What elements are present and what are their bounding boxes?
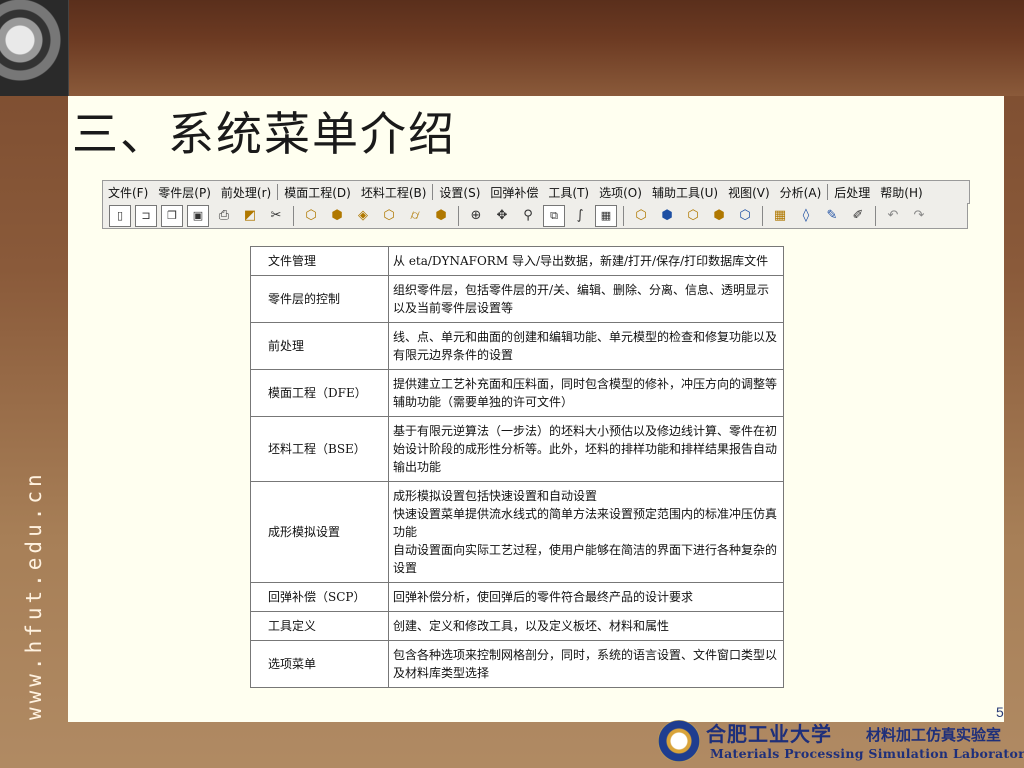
row-key: 坯料工程（BSE） <box>250 416 389 482</box>
cube-icon-2[interactable]: ⬢ <box>326 205 348 227</box>
table-row: 文件管理从 eta/DYNAFORM 导入/导出数据，新建/打开/保存/打印数据… <box>250 246 784 276</box>
corner-photo <box>0 0 69 96</box>
menu-item-10[interactable]: 视图(V) <box>723 184 775 201</box>
row-key: 模面工程（DFE） <box>250 369 389 417</box>
save-icon[interactable]: ▣ <box>187 204 209 227</box>
menu-description-table: 文件管理从 eta/DYNAFORM 导入/导出数据，新建/打开/保存/打印数据… <box>250 246 784 688</box>
row-key: 成形模拟设置 <box>250 481 389 583</box>
row-key: 文件管理 <box>250 246 389 276</box>
menu-item-3[interactable]: 模面工程(D) <box>279 184 356 201</box>
cube-icon-5[interactable]: ⬢ <box>430 205 452 227</box>
cube-icon-1[interactable]: ⬡ <box>300 205 322 227</box>
row-key: 零件层的控制 <box>250 275 389 323</box>
row-value: 包含各种选项来控制网格剖分，同时，系统的语言设置、文件窗口类型以及材料库类型选择 <box>388 640 784 688</box>
print-icon[interactable]: ⎙ <box>213 205 235 227</box>
logo-lab-name: 材料加工仿真实验室 <box>866 726 1002 744</box>
zoom-window-icon[interactable]: ⧉ <box>543 204 565 227</box>
row-key: 工具定义 <box>250 611 389 641</box>
menu-item-1[interactable]: 零件层(P) <box>153 184 216 201</box>
open-folder-icon[interactable]: ⊐ <box>135 204 157 227</box>
redo-icon[interactable]: ↷ <box>908 205 930 227</box>
menu-item-11[interactable]: 分析(A) <box>775 184 827 201</box>
toolbar-separator <box>623 205 624 226</box>
menu-item-8[interactable]: 选项(O) <box>594 184 647 201</box>
table-row: 坯料工程（BSE） 基于有限元逆算法（一步法）的坯料大小预估以及修边线计算、零件在… <box>250 416 784 482</box>
university-emblem-icon <box>658 720 700 762</box>
sphere-rotate-icon[interactable]: ⊕ <box>465 205 487 227</box>
toolbar: ▯ ⊐ ❐ ▣ ⎙ ◩ ✂ ⬡ ⬢ ◈ ⬡ ⌭ ⬢ ⊕ ✥ ⚲ ⧉ ∫ ▦ ⬡ ⬢ ⬡ ⬢ ⬡ ▦ ◊ ✎ ✐ ↶ ↷ <box>102 203 968 229</box>
table-row: 模面工程（DFE） 提供建立工艺补充面和压料面，同时包含模型的修补，冲压方向的调整… <box>250 369 784 417</box>
new-file-icon[interactable]: ▯ <box>109 204 131 227</box>
row-value: 基于有限元逆算法（一步法）的坯料大小预估以及修边线计算、零件在初始设计阶段的成形… <box>388 416 784 482</box>
table-row: 工具定义 创建、定义和修改工具，以及定义板坯、材料和属性 <box>250 611 784 641</box>
row-value: 从 eta/DYNAFORM 导入/导出数据，新建/打开/保存/打印数据库文件 <box>388 246 784 276</box>
menu-bar: 文件(F) 零件层(P) 前处理(r) 模面工程(D) 坯料工程(B) 设置(S) 回弹补偿… <box>102 180 970 204</box>
part-icon-2[interactable]: ⬢ <box>656 205 678 227</box>
scissors-curve-icon[interactable]: ✂ <box>265 205 287 227</box>
cube-icon-3[interactable]: ◈ <box>352 205 374 227</box>
copy-icon[interactable]: ❐ <box>161 204 183 227</box>
toolbar-separator <box>762 205 763 226</box>
menu-separator <box>277 184 279 200</box>
cube-icon-4[interactable]: ⬡ <box>378 205 400 227</box>
menu-item-13[interactable]: 帮助(H) <box>875 184 927 201</box>
mesh-icon[interactable]: ▦ <box>769 205 791 227</box>
menu-item-2[interactable]: 前处理(r) <box>216 184 276 201</box>
menu-item-6[interactable]: 回弹补偿 <box>485 184 543 201</box>
menu-item-5[interactable]: 设置(S) <box>434 184 485 201</box>
layer-edit-icon[interactable]: ◩ <box>239 205 261 227</box>
row-value: 线、点、单元和曲面的创建和编辑功能、单元模型的检查和修复功能以及有限元边界条件的… <box>388 322 784 370</box>
slide-title: 三、系统菜单介绍 <box>72 107 456 161</box>
toolbar-separator <box>458 205 459 226</box>
menu-item-12[interactable]: 后处理 <box>829 184 875 201</box>
zoom-icon[interactable]: ⚲ <box>517 205 539 227</box>
grid-icon[interactable]: ▦ <box>595 204 617 227</box>
wand-icon[interactable]: ✐ <box>847 205 869 227</box>
menu-separator <box>432 184 434 200</box>
row-value: 回弹补偿分析，使回弹后的零件符合最终产品的设计要求 <box>388 582 784 612</box>
toolbar-separator <box>875 205 876 226</box>
table-row: 回弹补偿（SCP） 回弹补偿分析，使回弹后的零件符合最终产品的设计要求 <box>250 582 784 612</box>
table-row: 成形模拟设置 成形模拟设置包括快速设置和自动设置 快速设置菜单提供流水线式的简单方… <box>250 481 784 583</box>
table-row: 选项菜单 包含各种选项来控制网格剖分，同时，系统的语言设置、文件窗口类型以及材料库… <box>250 640 784 688</box>
row-value: 创建、定义和修改工具，以及定义板坯、材料和属性 <box>388 611 784 641</box>
toolbar-separator <box>293 205 294 226</box>
side-url: www.hfut.edu.cn <box>22 470 46 720</box>
part-icon-1[interactable]: ⬡ <box>630 205 652 227</box>
university-logo: 合肥工业大学 材料加工仿真实验室 Materials Processing Si… <box>658 718 1024 764</box>
table-row: 前处理 线、点、单元和曲面的创建和编辑功能、单元模型的检查和修复功能以及有限元边界… <box>250 322 784 370</box>
slide-header-band <box>0 0 1024 96</box>
menu-item-0[interactable]: 文件(F) <box>103 184 153 201</box>
surface-icon[interactable]: ◊ <box>795 205 817 227</box>
row-key: 回弹补偿（SCP） <box>250 582 389 612</box>
brush-icon[interactable]: ✎ <box>821 205 843 227</box>
menu-item-4[interactable]: 坯料工程(B) <box>356 184 432 201</box>
menu-item-9[interactable]: 辅助工具(U) <box>647 184 723 201</box>
part-icon-4[interactable]: ⬢ <box>708 205 730 227</box>
undo-icon[interactable]: ↶ <box>882 205 904 227</box>
row-value: 成形模拟设置包括快速设置和自动设置 快速设置菜单提供流水线式的简单方法来设置预定… <box>388 481 784 583</box>
menu-item-7[interactable]: 工具(T) <box>543 184 594 201</box>
row-value: 提供建立工艺补充面和压料面，同时包含模型的修补，冲压方向的调整等辅助功能（需要单… <box>388 369 784 417</box>
cylinder-icon[interactable]: ⌭ <box>404 205 426 227</box>
part-icon-5[interactable]: ⬡ <box>734 205 756 227</box>
logo-en-name: Materials Processing Simulation Laborato… <box>710 746 1024 761</box>
curve-tool-icon[interactable]: ∫ <box>569 205 591 227</box>
row-value: 组织零件层，包括零件层的开/关、编辑、删除、分离、信息、透明显示以及当前零件层设… <box>388 275 784 323</box>
logo-cn-name: 合肥工业大学 <box>706 722 832 746</box>
menu-separator <box>827 184 829 200</box>
part-icon-3[interactable]: ⬡ <box>682 205 704 227</box>
table-row: 零件层的控制 组织零件层，包括零件层的开/关、编辑、删除、分离、信息、透明显示以及… <box>250 275 784 323</box>
pan-icon[interactable]: ✥ <box>491 205 513 227</box>
row-key: 选项菜单 <box>250 640 389 688</box>
row-key: 前处理 <box>250 322 389 370</box>
